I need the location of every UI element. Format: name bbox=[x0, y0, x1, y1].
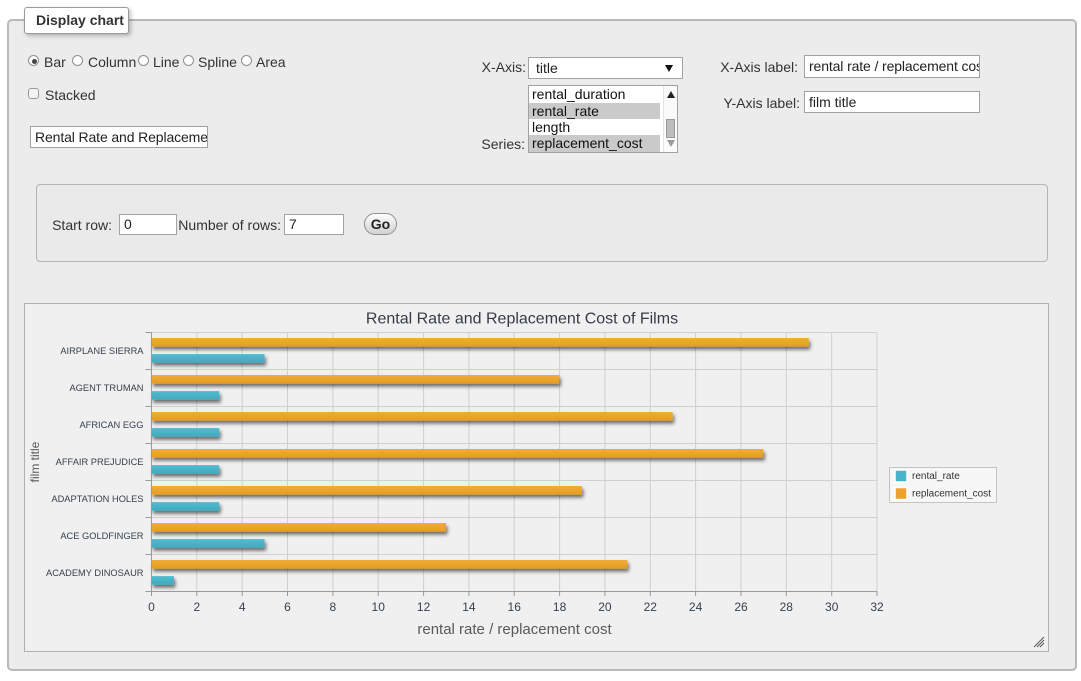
svg-text:22: 22 bbox=[644, 600, 658, 614]
svg-text:10: 10 bbox=[372, 600, 386, 614]
svg-text:ACADEMY DINOSAUR: ACADEMY DINOSAUR bbox=[46, 568, 144, 578]
svg-text:AGENT TRUMAN: AGENT TRUMAN bbox=[69, 383, 143, 393]
svg-text:AFFAIR PREJUDICE: AFFAIR PREJUDICE bbox=[56, 457, 144, 467]
svg-text:2: 2 bbox=[193, 600, 200, 614]
svg-text:Rental Rate and Replacement Co: Rental Rate and Replacement Cost of Film… bbox=[366, 311, 678, 328]
svg-text:ADAPTATION HOLES: ADAPTATION HOLES bbox=[51, 494, 143, 504]
svg-text:14: 14 bbox=[462, 600, 476, 614]
svg-text:24: 24 bbox=[689, 600, 703, 614]
svg-text:30: 30 bbox=[825, 600, 839, 614]
svg-text:26: 26 bbox=[734, 600, 748, 614]
svg-text:12: 12 bbox=[417, 600, 431, 614]
svg-text:ACE GOLDFINGER: ACE GOLDFINGER bbox=[60, 531, 143, 541]
svg-text:16: 16 bbox=[508, 600, 522, 614]
svg-text:6: 6 bbox=[284, 600, 291, 614]
svg-text:rental rate / replacement cost: rental rate / replacement cost bbox=[417, 621, 612, 638]
svg-text:film title: film title bbox=[28, 441, 42, 482]
svg-text:18: 18 bbox=[553, 600, 567, 614]
svg-text:AIRPLANE SIERRA: AIRPLANE SIERRA bbox=[60, 346, 144, 356]
svg-text:AFRICAN EGG: AFRICAN EGG bbox=[79, 420, 143, 430]
svg-text:4: 4 bbox=[239, 600, 246, 614]
svg-text:rental_rate: rental_rate bbox=[912, 471, 960, 482]
svg-text:32: 32 bbox=[870, 600, 884, 614]
svg-text:8: 8 bbox=[330, 600, 337, 614]
svg-text:0: 0 bbox=[148, 600, 155, 614]
svg-text:20: 20 bbox=[598, 600, 612, 614]
svg-text:28: 28 bbox=[780, 600, 794, 614]
svg-text:replacement_cost: replacement_cost bbox=[912, 489, 991, 500]
